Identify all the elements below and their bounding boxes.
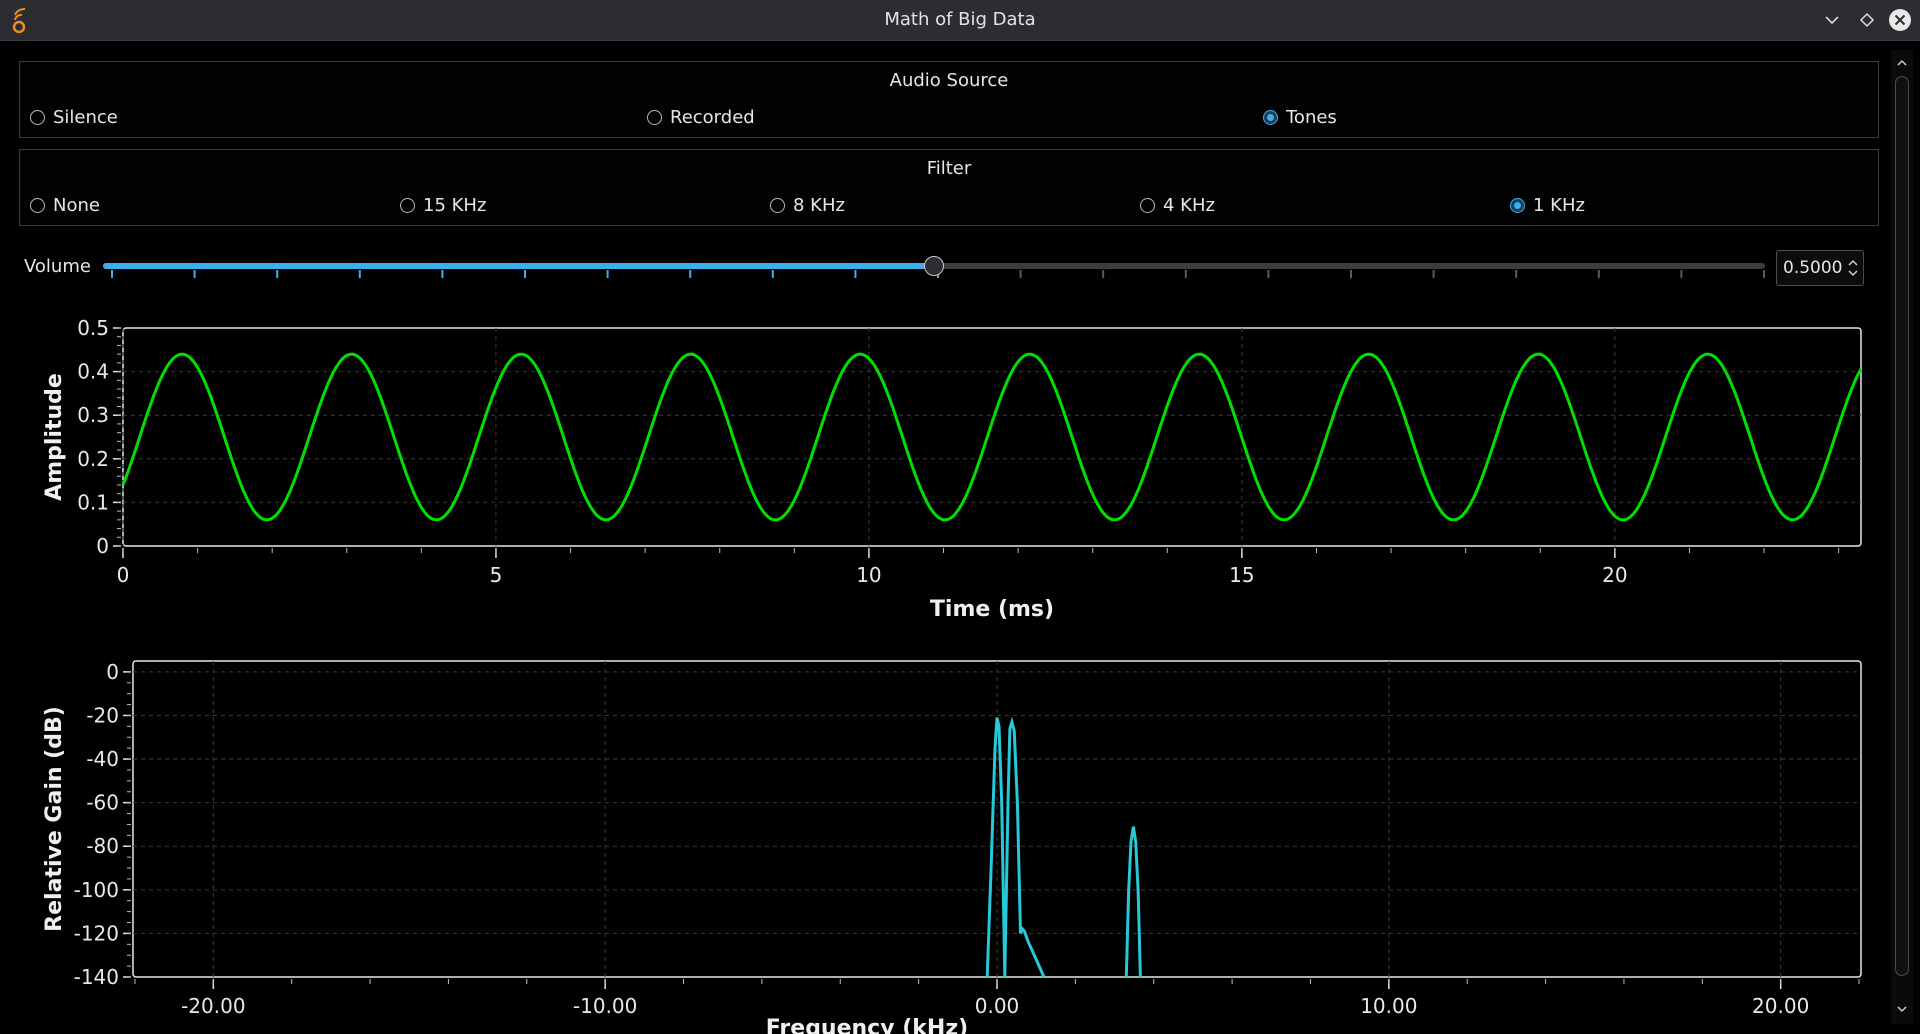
radio-indicator (1263, 110, 1278, 125)
radio-recorded[interactable]: Recorded (647, 107, 755, 128)
diamond-icon (1859, 12, 1875, 28)
y-tick-label: 0.4 (77, 360, 109, 384)
volume-slider-ticks (111, 270, 1765, 278)
frequency-response-chart: -20.00 -10.00 0.00 10.00 20.00 0 -20 -40 -60 -80 -… (42, 660, 1862, 1034)
maximize-button[interactable] (1849, 0, 1885, 40)
radio-label: Tones (1286, 107, 1337, 128)
x-tick-label: 15 (1229, 563, 1254, 587)
x-tick-label: 10.00 (1360, 994, 1417, 1018)
y-tick-label: 0.3 (77, 403, 109, 427)
radio-label: Silence (53, 107, 118, 128)
y-axis-label: Amplitude (42, 373, 67, 501)
y-tick-label: 0.2 (77, 447, 109, 471)
vertical-scrollbar[interactable] (1891, 50, 1913, 1024)
y-tick-label: 0 (106, 660, 119, 684)
x-tick-label: 20.00 (1752, 994, 1809, 1018)
radio-label: 1 KHz (1533, 195, 1585, 216)
radio-tones[interactable]: Tones (1263, 107, 1337, 128)
volume-slider-handle[interactable] (924, 256, 944, 276)
y-tick-label: -140 (74, 965, 119, 989)
y-tick-label: -80 (86, 834, 119, 858)
y-tick-label: 0 (96, 534, 109, 558)
radio-label: None (53, 195, 100, 216)
radio-silence[interactable]: Silence (30, 107, 118, 128)
volume-value: 0.5000 (1783, 258, 1843, 278)
volume-slider-fill (103, 263, 934, 269)
y-tick-label: -100 (74, 878, 119, 902)
chevron-down-icon (1825, 16, 1839, 25)
radio-label: 15 KHz (423, 195, 487, 216)
minimize-button[interactable] (1814, 0, 1850, 40)
y-tick-label: 0.1 (77, 490, 109, 514)
audio-source-title: Audio Source (889, 70, 1009, 91)
radio-label: Recorded (670, 107, 755, 128)
chevron-down-icon (1897, 1006, 1907, 1013)
radio-indicator (30, 198, 45, 213)
radio-filter-4khz[interactable]: 4 KHz (1140, 195, 1215, 216)
radio-indicator (1140, 198, 1155, 213)
plot-area (122, 327, 1862, 547)
x-axis-label: Frequency (kHz) (766, 1016, 968, 1034)
x-tick-label: 0 (117, 563, 130, 587)
radio-indicator (30, 110, 45, 125)
x-tick-label: 20 (1602, 563, 1627, 587)
x-tick-label: 10 (856, 563, 881, 587)
spin-arrows-icon[interactable] (1847, 257, 1859, 279)
radio-filter-8khz[interactable]: 8 KHz (770, 195, 845, 216)
x-tick-label: 0.00 (975, 994, 1020, 1018)
audio-source-group: Audio Source Silence Recorded Tones (19, 61, 1879, 138)
x-axis-label: Time (ms) (930, 597, 1054, 622)
y-axis-label: Relative Gain (dB) (42, 706, 67, 932)
close-icon (1889, 9, 1911, 31)
chevron-up-icon (1897, 59, 1907, 66)
x-tick-label: -10.00 (573, 994, 637, 1018)
radio-indicator (1510, 198, 1525, 213)
radio-indicator (770, 198, 785, 213)
y-tick-label: -60 (86, 791, 119, 815)
scroll-up-button[interactable] (1893, 54, 1911, 72)
radio-filter-1khz[interactable]: 1 KHz (1510, 195, 1585, 216)
radio-indicator (647, 110, 662, 125)
filter-title: Filter (926, 158, 972, 179)
y-tick-label: 0.5 (77, 316, 109, 340)
radio-indicator (400, 198, 415, 213)
y-tick-label: -20 (86, 703, 119, 727)
volume-spinbox[interactable]: 0.5000 (1776, 250, 1864, 286)
radio-label: 8 KHz (793, 195, 845, 216)
scroll-down-button[interactable] (1893, 1000, 1911, 1018)
window-title: Math of Big Data (884, 9, 1036, 30)
scrollbar-thumb[interactable] (1895, 76, 1909, 976)
radio-filter-15khz[interactable]: 15 KHz (400, 195, 486, 216)
radio-filter-none[interactable]: None (30, 195, 100, 216)
y-tick-label: -40 (86, 747, 119, 771)
x-tick-label: 5 (490, 563, 503, 587)
radio-label: 4 KHz (1163, 195, 1215, 216)
y-tick-label: -120 (74, 921, 119, 945)
filter-group: Filter None 15 KHz 8 KHz 4 KHz 1 KHz (19, 149, 1879, 226)
title-bar: Math of Big Data (0, 0, 1920, 41)
plot-area (132, 660, 1862, 978)
close-button[interactable] (1882, 0, 1918, 40)
x-tick-label: -20.00 (181, 994, 245, 1018)
